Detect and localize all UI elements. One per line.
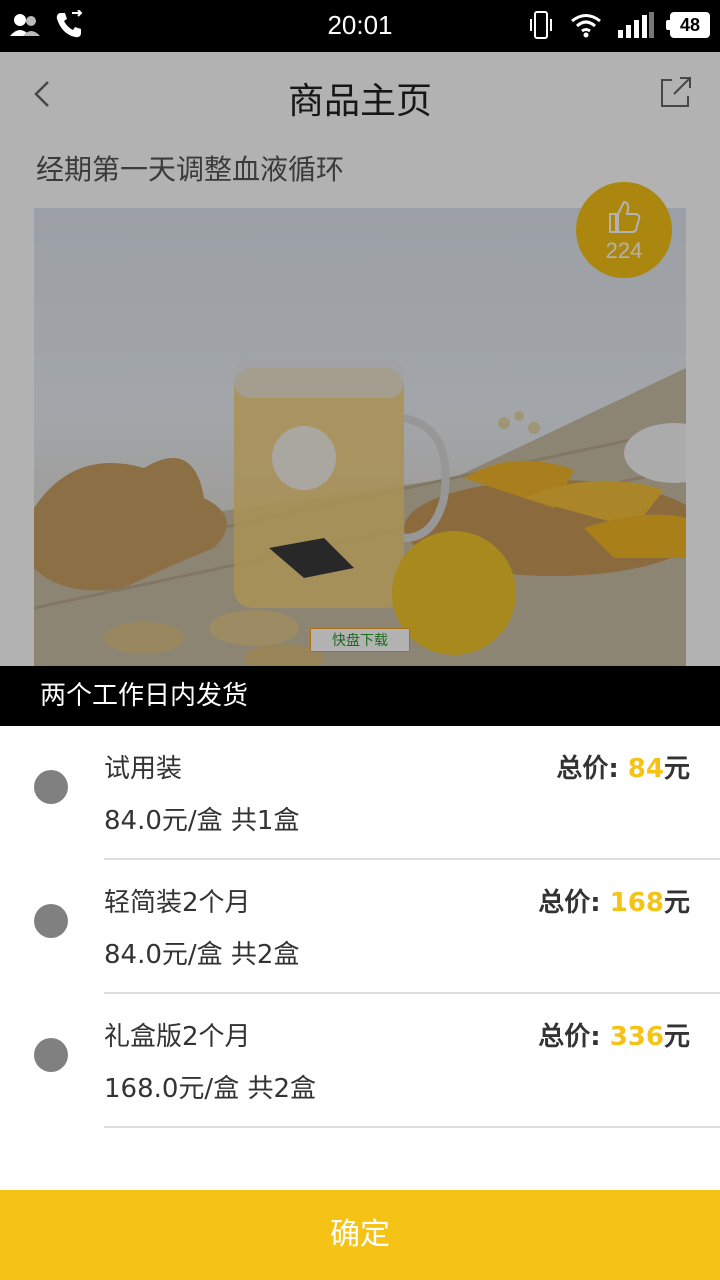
option-gift-box-2-months[interactable]: 礼盒版2个月 168.0元/盒 共2盒 总价: 336元	[0, 994, 720, 1128]
total-label: 总价:	[538, 1022, 610, 1052]
modal-overlay[interactable]	[0, 52, 720, 666]
option-trial[interactable]: 试用装 84.0元/盒 共1盒 总价: 84元	[0, 726, 720, 860]
option-light-2-months[interactable]: 轻简装2个月 84.0元/盒 共2盒 总价: 168元	[0, 860, 720, 994]
total-amount: 168	[609, 888, 664, 918]
option-unit-price: 84.0元/盒 共2盒	[104, 940, 300, 970]
radio-button[interactable]	[34, 1038, 68, 1072]
currency-label: 元	[663, 1022, 690, 1052]
option-total: 总价: 336元	[538, 1016, 690, 1053]
total-label: 总价:	[538, 888, 610, 918]
radio-button[interactable]	[34, 904, 68, 938]
status-bar: 20:01 48	[0, 0, 720, 52]
radio-button[interactable]	[34, 770, 68, 804]
option-name: 试用装	[104, 754, 183, 784]
signal-icon	[618, 12, 654, 38]
option-name: 礼盒版2个月	[104, 1022, 251, 1052]
shipping-notice: 两个工作日内发货	[0, 666, 720, 726]
confirm-button[interactable]: 确定	[0, 1190, 720, 1280]
total-amount: 84	[627, 754, 664, 784]
wifi-icon	[571, 14, 601, 38]
package-options-sheet: 试用装 84.0元/盒 共1盒 总价: 84元 轻简装2个月 84.0元/盒 共…	[0, 726, 720, 1190]
currency-label: 元	[663, 888, 690, 918]
option-unit-price: 84.0元/盒 共1盒	[104, 806, 300, 836]
option-name: 轻简装2个月	[104, 888, 251, 918]
option-total: 总价: 84元	[556, 748, 690, 785]
option-total: 总价: 168元	[538, 882, 690, 919]
option-unit-price: 168.0元/盒 共2盒	[104, 1074, 316, 1104]
vibrate-icon	[530, 11, 552, 39]
total-label: 总价:	[556, 754, 628, 784]
currency-label: 元	[663, 754, 690, 784]
divider	[104, 1126, 720, 1128]
total-amount: 336	[609, 1022, 664, 1052]
battery-icon: 48	[666, 12, 710, 38]
